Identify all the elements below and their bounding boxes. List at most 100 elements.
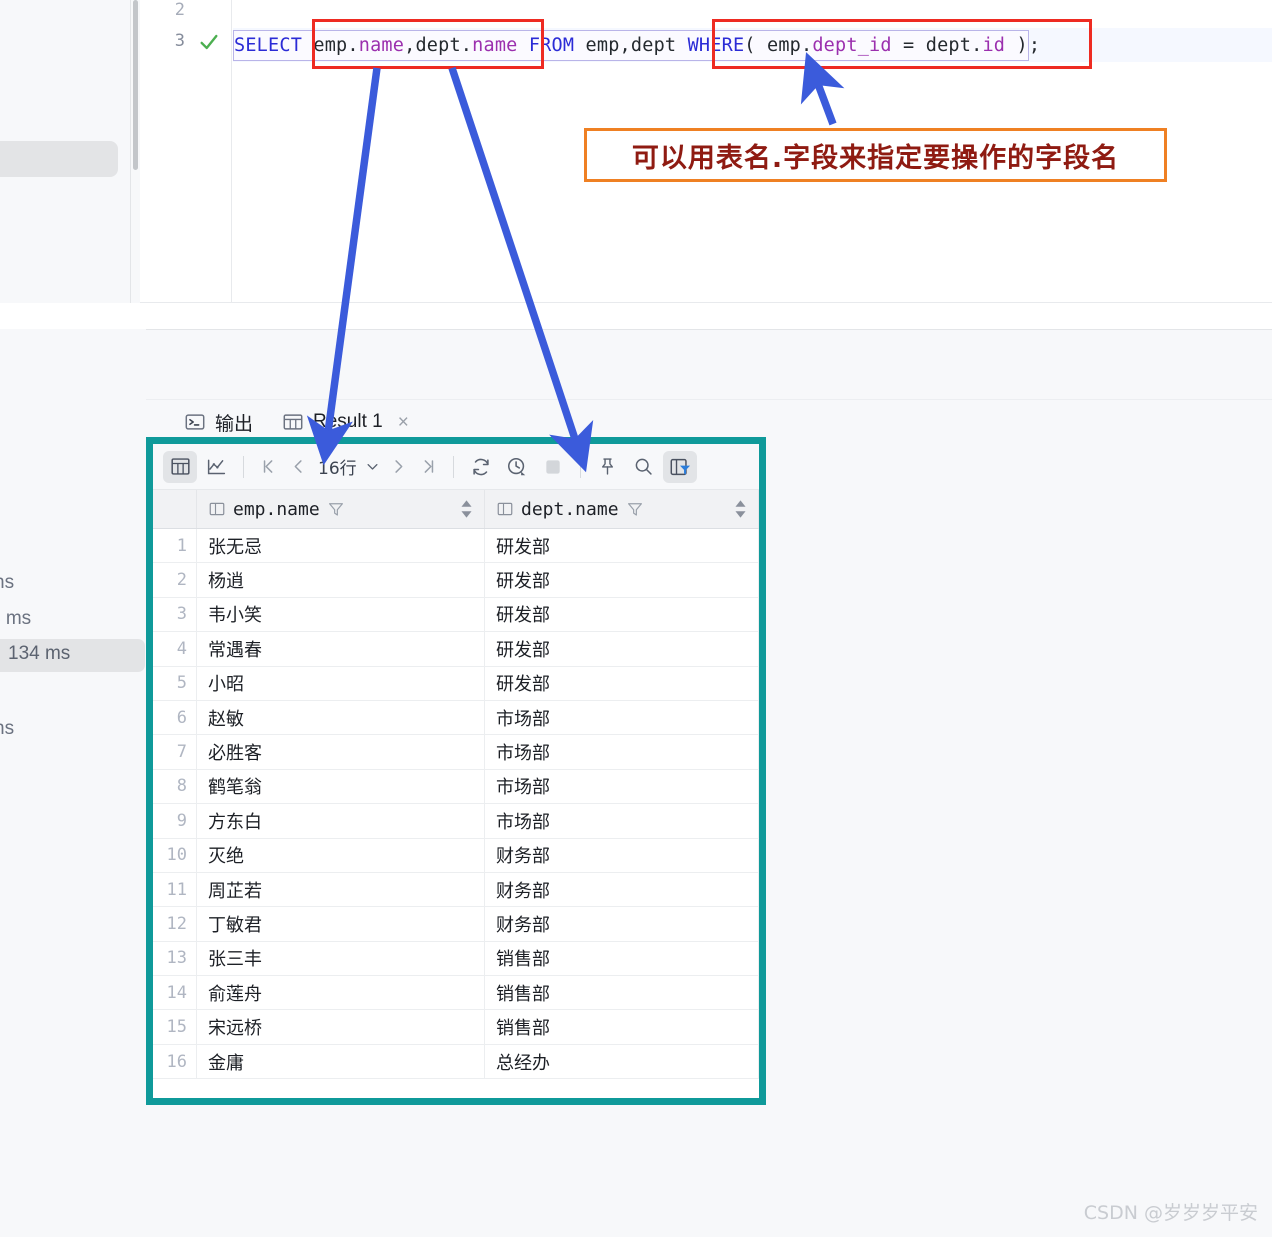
table-row[interactable]: 7 必胜客 市场部	[153, 735, 759, 770]
table-row[interactable]: 16 金庸 总经办	[153, 1044, 759, 1080]
row-index: 7	[153, 735, 197, 769]
cell-emp-name[interactable]: 杨逍	[197, 563, 485, 597]
sort-icon[interactable]	[735, 500, 746, 518]
csdn-watermark: CSDN @岁岁岁平安	[1083, 1202, 1258, 1224]
cell-emp-name[interactable]: 常遇春	[197, 632, 485, 666]
cell-dept-name[interactable]: 研发部	[485, 529, 759, 563]
cell-dept-name[interactable]: 销售部	[485, 1010, 759, 1044]
cell-dept-name[interactable]: 研发部	[485, 632, 759, 666]
left-rail-selected-item[interactable]	[0, 141, 118, 177]
stop-icon[interactable]	[536, 451, 570, 483]
cell-dept-name[interactable]: 研发部	[485, 666, 759, 700]
chart-view-icon[interactable]	[199, 451, 233, 483]
timing-text-2: 4 ms	[0, 608, 32, 629]
cell-emp-name[interactable]: 小昭	[197, 666, 485, 700]
table-row[interactable]: 15 宋远桥 销售部	[153, 1010, 759, 1045]
panel-top-divider	[0, 329, 1272, 330]
row-index: 6	[153, 700, 197, 735]
left-rail-panel	[0, 0, 131, 303]
table-row[interactable]: 9 方东白 市场部	[153, 804, 759, 839]
table-row[interactable]: 4 常遇春 研发部	[153, 632, 759, 667]
grid-body[interactable]: 1 张无忌 研发部 2 杨逍 研发部 3 韦小笑 研发部 4 常遇春 研发部 5 小昭 研发部 6 赵敏 市场部 7…	[153, 529, 759, 1098]
annotation-callout: 可以用表名.字段来指定要操作的字段名	[584, 128, 1167, 182]
row-count-label: 16行	[318, 459, 357, 479]
funnel-icon[interactable]	[626, 500, 644, 518]
table-row[interactable]: 3 韦小笑 研发部	[153, 597, 759, 633]
cell-dept-name[interactable]: 市场部	[485, 735, 759, 769]
table-row[interactable]: 14 俞莲舟 销售部	[153, 976, 759, 1011]
grid-view-icon[interactable]	[163, 450, 197, 483]
cell-emp-name[interactable]: 鹤笔翁	[197, 769, 485, 804]
prev-page-icon[interactable]	[284, 452, 312, 482]
cell-dept-name[interactable]: 财务部	[485, 872, 759, 907]
cell-emp-name[interactable]: 周芷若	[197, 872, 485, 907]
grid-header-dept-name-label: dept.name	[521, 498, 619, 520]
cell-emp-name[interactable]: 张三丰	[197, 941, 485, 976]
result-grid-container: 16行 emp.name dept.name 1 张无忌 研发部 2 杨逍 研发…	[146, 437, 766, 1105]
toolbar-separator-3	[579, 455, 581, 478]
cell-dept-name[interactable]: 研发部	[485, 597, 759, 632]
cell-emp-name[interactable]: 金庸	[197, 1044, 485, 1079]
table-row[interactable]: 13 张三丰 销售部	[153, 941, 759, 977]
filter-toggle-icon[interactable]	[662, 450, 697, 483]
pin-icon[interactable]	[591, 451, 625, 483]
close-icon[interactable]: ×	[392, 413, 409, 432]
cell-emp-name[interactable]: 赵敏	[197, 700, 485, 735]
row-index: 16	[153, 1044, 197, 1079]
history-clock-icon[interactable]	[500, 451, 534, 483]
editor-vertical-scrollbar[interactable]	[131, 0, 140, 303]
cell-dept-name[interactable]: 财务部	[485, 907, 759, 941]
row-index: 9	[153, 804, 197, 838]
sort-icon[interactable]	[461, 500, 472, 518]
chevron-down-icon[interactable]	[363, 452, 383, 482]
column-icon	[209, 502, 225, 516]
check-icon	[200, 34, 218, 50]
keyword-select: SELECT	[234, 34, 303, 56]
row-index: 8	[153, 769, 197, 804]
table-row[interactable]: 2 杨逍 研发部	[153, 563, 759, 598]
cell-emp-name[interactable]: 必胜客	[197, 735, 485, 769]
from-tables: emp,dept	[574, 34, 688, 56]
toolbar-separator-1	[243, 455, 244, 478]
table-row[interactable]: 1 张无忌 研发部	[153, 529, 759, 564]
first-page-icon[interactable]	[254, 452, 282, 482]
cell-dept-name[interactable]: 财务部	[485, 838, 759, 872]
cell-dept-name[interactable]: 销售部	[485, 941, 759, 976]
cell-emp-name[interactable]: 宋远桥	[197, 1010, 485, 1044]
line-number-3: 3	[174, 31, 185, 51]
row-index: 14	[153, 976, 197, 1010]
cell-dept-name[interactable]: 市场部	[485, 700, 759, 735]
cell-emp-name[interactable]: 张无忌	[197, 529, 485, 563]
table-row[interactable]: 6 赵敏 市场部	[153, 700, 759, 736]
cell-dept-name[interactable]: 总经办	[485, 1044, 759, 1079]
grid-header-dept-name[interactable]: dept.name	[485, 490, 759, 528]
table-row[interactable]: 5 小昭 研发部	[153, 666, 759, 701]
cell-emp-name[interactable]: 韦小笑	[197, 597, 485, 632]
cell-emp-name[interactable]: 灭绝	[197, 838, 485, 872]
cell-dept-name[interactable]: 市场部	[485, 769, 759, 804]
grid-header-emp-name[interactable]: emp.name	[197, 490, 485, 528]
table-row[interactable]: 8 鹤笔翁 市场部	[153, 769, 759, 805]
cell-dept-name[interactable]: 销售部	[485, 976, 759, 1010]
tab-result-label: Result 1	[313, 411, 383, 432]
cell-dept-name[interactable]: 市场部	[485, 804, 759, 838]
search-icon[interactable]	[627, 451, 661, 483]
tab-output-label: 输出	[215, 412, 254, 435]
row-index: 12	[153, 907, 197, 941]
cell-dept-name[interactable]: 研发部	[485, 563, 759, 597]
grid-header-index-cell	[153, 490, 197, 528]
table-row[interactable]: 12 丁敏君 财务部	[153, 907, 759, 942]
table-icon	[283, 414, 303, 430]
row-index: 1	[153, 529, 197, 563]
grid-header-row: emp.name dept.name	[153, 490, 759, 529]
refresh-icon[interactable]	[464, 451, 498, 483]
last-page-icon[interactable]	[415, 452, 443, 482]
table-row[interactable]: 10 灭绝 财务部	[153, 838, 759, 873]
cell-emp-name[interactable]: 丁敏君	[197, 907, 485, 941]
cell-emp-name[interactable]: 方东白	[197, 804, 485, 838]
table-row[interactable]: 11 周芷若 财务部	[153, 872, 759, 908]
next-page-icon[interactable]	[385, 452, 413, 482]
funnel-icon[interactable]	[327, 500, 345, 518]
cell-emp-name[interactable]: 俞莲舟	[197, 976, 485, 1010]
result-toolbar: 16行	[153, 444, 759, 490]
